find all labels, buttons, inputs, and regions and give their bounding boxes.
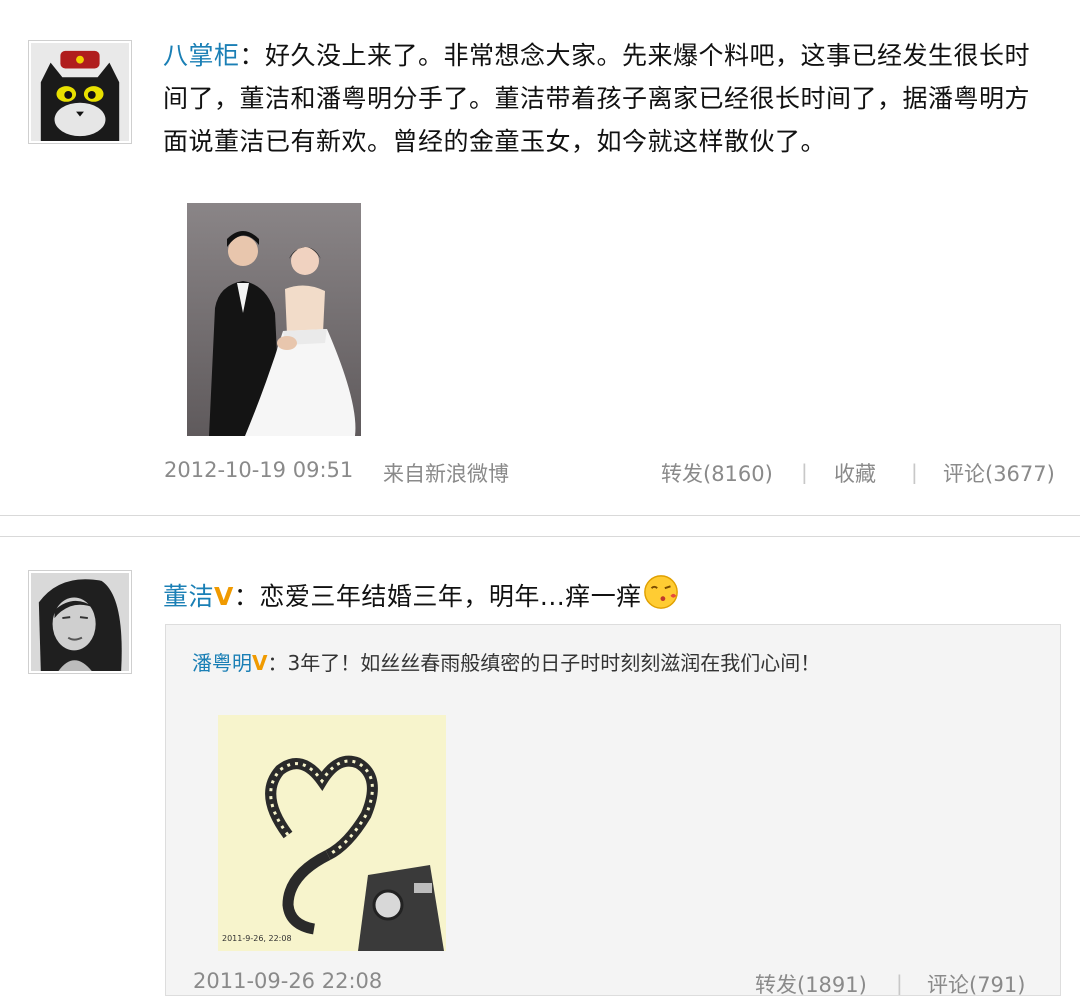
repost-button[interactable]: 转发(8160): [661, 458, 773, 488]
post-2-author-link[interactable]: 董洁: [163, 582, 214, 611]
post-1-text: 八掌柜：好久没上来了。非常想念大家。先来爆个料吧，这事已经发生很长时间了，董洁和…: [163, 34, 1048, 163]
post-2-content: ：恋爱三年结婚三年，明年...痒一痒: [233, 582, 642, 611]
quoted-comment-button[interactable]: 评论(791): [927, 969, 1025, 999]
post-1-photo[interactable]: [187, 203, 361, 436]
woman-portrait-avatar-icon: [31, 573, 129, 671]
verified-v-icon[interactable]: V: [214, 582, 234, 611]
favorite-button[interactable]: 收藏: [834, 458, 876, 488]
post-1-source[interactable]: 来自新浪微博: [383, 458, 509, 488]
photo-caption: 2011-9-26, 22:08: [222, 934, 292, 943]
post-1: 八掌柜：好久没上来了。非常想念大家。先来爆个料吧，这事已经发生很长时间了，董洁和…: [0, 0, 1080, 515]
quoted-author-link[interactable]: 潘粤明: [192, 651, 252, 675]
post-1-author-link[interactable]: 八掌柜: [163, 41, 240, 70]
black-cat-avatar-icon: [31, 43, 129, 141]
post-2: 董洁V：恋爱三年结婚三年，明年...痒一痒 潘粤明V：3年了！如丝丝春雨般缜密的…: [0, 537, 1080, 999]
post-2-text: 董洁V：恋爱三年结婚三年，明年...痒一痒: [163, 573, 1048, 618]
action-separator: |: [896, 971, 903, 995]
avatar-badou[interactable]: [28, 40, 132, 144]
quoted-post: 潘粤明V：3年了！如丝丝春雨般缜密的日子时时刻刻滋润在我们心间！ 2011-9-…: [165, 624, 1061, 996]
quoted-timestamp[interactable]: 2011-09-26 22:08: [193, 969, 382, 993]
avatar-dongjie[interactable]: [28, 570, 132, 674]
post-1-timestamp[interactable]: 2012-10-19 09:51: [164, 458, 353, 482]
film-strip-heart-image: 2011-9-26, 22:08: [218, 715, 446, 951]
action-separator: |: [801, 460, 808, 484]
quoted-content: ：3年了！如丝丝春雨般缜密的日子时时刻刻滋润在我们心间！: [267, 651, 821, 675]
comment-button[interactable]: 评论(3677): [943, 458, 1055, 488]
quoted-photo[interactable]: 2011-9-26, 22:08: [218, 715, 446, 951]
post-divider: [0, 515, 1080, 516]
verified-v-icon[interactable]: V: [252, 651, 267, 675]
quoted-repost-button[interactable]: 转发(1891): [755, 969, 867, 999]
action-separator: |: [911, 460, 918, 484]
wedding-photo-image: [187, 203, 361, 436]
quoted-post-text: 潘粤明V：3年了！如丝丝春雨般缜密的日子时时刻刻滋润在我们心间！: [192, 647, 1042, 676]
kiss-emoji-icon: [642, 573, 680, 611]
post-1-content: ：好久没上来了。非常想念大家。先来爆个料吧，这事已经发生很长时间了，董洁和潘粤明…: [163, 41, 1031, 156]
